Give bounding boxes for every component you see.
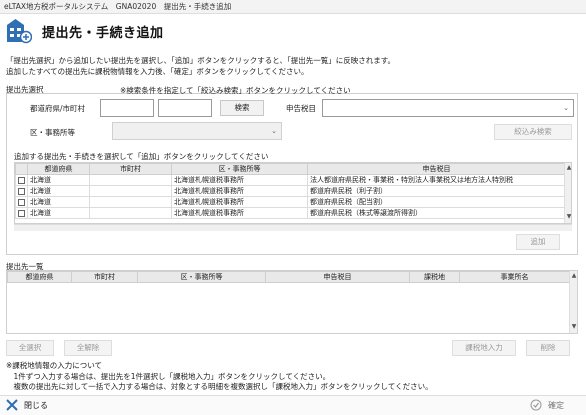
add-button[interactable]: 追加 — [516, 234, 560, 250]
column-header: 都道府県 — [7, 271, 72, 283]
table-cell — [89, 196, 172, 208]
table-cell: 都道府県民税（配当割） — [307, 196, 566, 208]
table-row[interactable]: 北海道 北海道札幌道税事務所 法人都道府県民税・事業税・特別法人事業税又は地方法… — [15, 174, 566, 186]
checkbox[interactable] — [18, 209, 25, 217]
tax-office-icon — [6, 18, 33, 44]
confirm-label: 確定 — [548, 400, 564, 410]
instruction-line: 「提出先選択」から追加したい提出先を選択し、「追加」ボタンをクリックすると、「提… — [6, 56, 395, 65]
tax-item-select[interactable]: ⌄ — [322, 99, 574, 117]
table-cell: 都道府県民税（利子割） — [307, 185, 566, 197]
row-check[interactable] — [15, 185, 28, 197]
table-cell: 都道府県民税（株式等譲渡所得割） — [307, 207, 566, 219]
table-cell: 北海道札幌道税事務所 — [171, 174, 308, 186]
horizontal-scrollbar[interactable] — [14, 224, 572, 231]
column-header: 市町村 — [71, 271, 138, 283]
deselect-all-button[interactable]: 全解除 — [64, 340, 112, 356]
row-check[interactable] — [15, 207, 28, 219]
table-cell: 北海道 — [27, 185, 90, 197]
vertical-scrollbar[interactable]: ▲ ▼ — [569, 271, 577, 333]
instruction-line: 追加したすべての提出先に課税物情報を入力後、「確定」ボタンをクリックしてください… — [6, 67, 309, 76]
tax-item-label: 申告税目 — [286, 104, 316, 113]
table-header-row: 都道府県 市町村 区・事務所等 申告税目 — [15, 163, 566, 175]
notes: ※課税地情報の入力について 1件ずつ入力する場合は、提出先を1件選択し「課税地入… — [6, 361, 433, 393]
scroll-up-icon[interactable]: ▲ — [570, 272, 577, 279]
table-cell: 北海道 — [27, 196, 90, 208]
office-label: 区・事務所等 — [30, 128, 75, 137]
close-icon — [6, 399, 18, 411]
table-row[interactable]: 北海道 北海道札幌道税事務所 都道府県民税（配当割） — [15, 196, 566, 208]
chevron-down-icon: ⌄ — [563, 104, 569, 112]
table-hint: 追加する提出先・手続きを選択して「追加」ボタンをクリックしてください — [14, 152, 269, 161]
column-header: 事業所名 — [459, 271, 570, 283]
list-table-container: 都道府県 市町村 区・事務所等 申告税目 課税地 事業所名 ▲ ▼ — [6, 270, 578, 334]
table-cell — [89, 174, 172, 186]
scroll-up-icon[interactable]: ▲ — [565, 164, 571, 171]
checkbox[interactable] — [18, 198, 25, 206]
note-line: 複数の提出先に対して一括で入力する場合は、対象とする明細を複数選択し「課税地入力… — [6, 382, 433, 391]
column-header: 申告税目 — [307, 163, 566, 175]
close-button[interactable]: 閉じる — [6, 398, 48, 412]
select-all-button[interactable]: 全選択 — [6, 340, 54, 356]
instructions: 「提出先選択」から追加したい提出先を選択し、「追加」ボタンをクリックすると、「提… — [6, 55, 395, 77]
scroll-down-icon[interactable]: ▼ — [570, 323, 577, 330]
search-button[interactable]: 検索 — [220, 100, 264, 116]
table-row[interactable]: 北海道 北海道札幌道税事務所 都道府県民税（利子割） — [15, 185, 566, 197]
table-cell: 北海道札幌道税事務所 — [171, 207, 308, 219]
table-row[interactable]: 北海道 北海道札幌道税事務所 都道府県民税（株式等譲渡所得割） — [15, 207, 566, 219]
office-select[interactable]: ⌄ — [112, 122, 282, 140]
column-header: 区・事務所等 — [137, 271, 266, 283]
checkbox[interactable] — [18, 187, 25, 195]
note-line: ※課税地情報の入力について — [6, 361, 103, 370]
column-header: 市町村 — [89, 163, 172, 175]
row-check[interactable] — [15, 174, 28, 186]
column-header: 都道府県 — [27, 163, 90, 175]
table-cell — [89, 185, 172, 197]
window-title: eLTAX地方税ポータルシステム GNA02020 提出先・手続き追加 — [0, 0, 586, 14]
table-cell — [89, 207, 172, 219]
header-check — [15, 163, 28, 175]
list-table: 都道府県 市町村 区・事務所等 申告税目 課税地 事業所名 — [7, 271, 570, 283]
column-header: 課税地 — [409, 271, 460, 283]
table-cell: 北海道 — [27, 207, 90, 219]
scroll-down-icon[interactable]: ▼ — [565, 213, 571, 220]
pref-label: 都道府県/市町村 — [30, 104, 86, 113]
vertical-scrollbar[interactable]: ▲ ▼ — [564, 163, 571, 223]
page-title: 提出先・手続き追加 — [42, 26, 164, 41]
checkbox[interactable] — [18, 176, 25, 184]
row-check[interactable] — [15, 196, 28, 208]
select-table: 都道府県 市町村 区・事務所等 申告税目 北海道 北海道札幌道税事務所 法人都道… — [15, 163, 566, 219]
table-cell: 法人都道府県民税・事業税・特別法人事業税又は地方法人特別税 — [307, 174, 566, 186]
filter-search-button[interactable]: 絞込み検索 — [494, 124, 572, 140]
table-header-row: 都道府県 市町村 区・事務所等 申告税目 課税地 事業所名 — [7, 271, 570, 283]
table-cell: 北海道札幌道税事務所 — [171, 185, 308, 197]
chevron-down-icon: ⌄ — [271, 127, 277, 135]
footer-bar — [0, 395, 586, 415]
check-circle-icon — [530, 399, 542, 411]
table-cell: 北海道 — [27, 174, 90, 186]
city-input[interactable] — [158, 99, 212, 117]
table-cell: 北海道札幌道税事務所 — [171, 196, 308, 208]
tax-location-input-button[interactable]: 課税地入力 — [452, 340, 516, 356]
prefecture-input[interactable] — [100, 99, 154, 117]
select-table-container: 都道府県 市町村 区・事務所等 申告税目 北海道 北海道札幌道税事務所 法人都道… — [14, 162, 572, 224]
note-line: 1件ずつ入力する場合は、提出先を1件選択し「課税地入力」ボタンをクリックしてくだ… — [6, 371, 331, 381]
column-header: 区・事務所等 — [171, 163, 308, 175]
column-header: 申告税目 — [265, 271, 410, 283]
confirm-button[interactable]: 確定 — [530, 398, 564, 412]
close-label: 閉じる — [24, 400, 48, 410]
search-hint: ※検索条件を指定して「絞込み検索」ボタンをクリックしてください — [120, 86, 351, 95]
delete-button[interactable]: 削除 — [526, 340, 570, 356]
